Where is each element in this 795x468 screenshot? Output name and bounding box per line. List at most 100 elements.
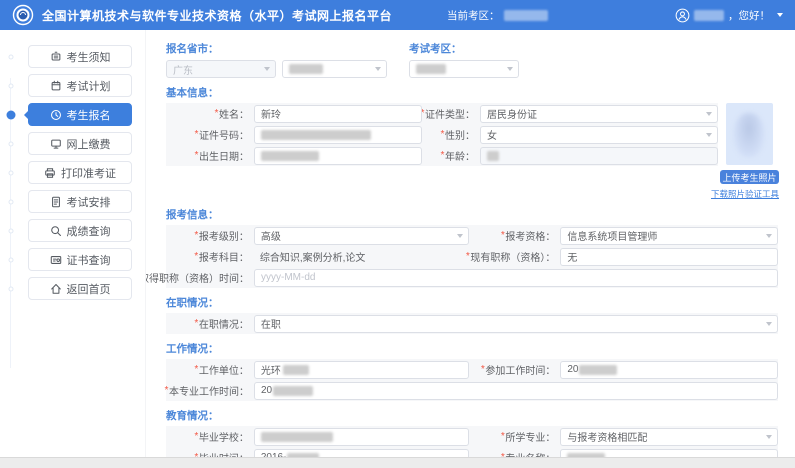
title-time-input[interactable]: yyyy-MM-dd [254,268,778,287]
form-row: * 报考级别： 高级 * 报考资格： 信息系统项目管理师 [166,225,778,246]
form-row: * 在职情况： 在职 [166,313,778,334]
timeline-dot [8,83,14,88]
sidebar-item-candidate-notice[interactable]: 考生须知 [8,45,132,68]
region-value-redacted [503,9,548,21]
work-start-redacted [579,364,618,375]
user-avatar-icon [675,8,690,22]
id-number-redacted [261,129,371,140]
sidebar-item-exam-plan[interactable]: 考试计划 [8,74,132,97]
candidate-photo [726,103,773,165]
home-icon [50,283,61,294]
timeline-dot [8,170,14,175]
chevron-down-icon [456,233,463,238]
photo-area: 上传考生照片 下载照片验证工具 [711,103,779,200]
exam-area-select[interactable] [409,60,519,78]
chevron-down-icon [706,111,712,116]
chevron-down-icon[interactable] [777,13,783,17]
province-group: 报名省市： 广东 [166,41,387,78]
id-type-select[interactable]: 居民身份证 [480,104,718,123]
major-work-time-input[interactable]: 20 [254,381,778,400]
exam-area-label: 考试考区： [409,43,462,55]
sidebar-item-print-admission-ticket[interactable]: 打印准考证 [8,161,132,184]
section-employment-status: 在职情况： [166,297,219,309]
notice-icon [51,51,60,61]
form-row: * 出生日期： * 年龄： [166,145,718,166]
apply-qualification-select[interactable]: 信息系统项目管理师 [560,226,778,245]
major-work-time-redacted [273,385,314,396]
form-row: * 报考科目： 综合知识,案例分析,论文 * 现有职称（资格）： 无 [166,246,778,267]
section-apply-info: 报考信息： [166,209,219,221]
printer-icon [45,167,55,178]
timeline-dot [8,141,14,146]
city-select[interactable] [282,60,387,78]
apply-subjects-text: 综合知识,案例分析,论文 [259,253,366,264]
city-value-redacted [289,64,323,74]
work-start-input[interactable]: 20 [560,360,778,379]
form-row: * 证件号码： * 性别： 女 [166,124,718,145]
current-exam-region: 当前考区： [447,8,548,23]
sidebar-item-score-inquiry[interactable]: 成绩查询 [8,219,132,242]
sidebar-timeline [10,78,11,368]
current-title-input[interactable]: 无 [560,247,778,266]
timeline-dot-active [6,110,16,119]
monitor-icon [50,139,61,149]
chevron-down-icon [766,321,772,326]
employment-status-select[interactable]: 在职 [253,314,778,333]
apply-level-select[interactable]: 高级 [253,226,469,245]
section-education-info: 教育情况： [166,410,219,422]
work-unit-redacted [282,364,309,375]
chevron-down-icon [706,132,712,137]
school-input[interactable] [253,427,469,446]
sidebar-item-online-payment[interactable]: 网上缴费 [8,132,132,155]
work-unit-input[interactable]: 光环 [253,360,469,379]
certificate-icon [50,255,61,264]
chevron-down-icon [507,67,513,71]
birth-date-input[interactable] [254,146,422,165]
name-input[interactable]: 新玲 [254,104,422,123]
exam-registration-page: 全国计算机技术与软件专业技术资格（水平）考试网上报名平台 当前考区： ，您好！ … [0,0,795,468]
username-redacted [694,9,724,21]
timeline-dot [8,199,14,204]
major-match-select[interactable]: 与报考资格相匹配 [560,427,778,446]
school-redacted [260,431,333,442]
form-row: * 工作单位： 光环 * 参加工作时间： 20 [166,359,778,380]
sidebar-item-exam-arrangement[interactable]: 考试安排 [8,190,132,213]
sidebar-item-candidate-registration[interactable]: 考生报名 [6,103,132,126]
timeline-dot [8,286,14,291]
province-label: 报名省市： [166,43,219,55]
search-icon [50,225,61,236]
sidebar-nav: 考生须知 考试计划 考生报名 网上缴费 打印准考证 考试安排 成绩查询 证书查询… [0,30,145,468]
gender-select[interactable]: 女 [480,125,718,144]
platform-logo-icon [12,4,34,26]
form-row: 取得职称（资格）时间： yyyy-MM-dd [146,267,778,288]
form-row: * 姓名： 新玲 * 证件类型： 居民身份证 [166,103,718,124]
age-redacted [487,150,499,161]
header: 全国计算机技术与软件专业技术资格（水平）考试网上报名平台 当前考区： ，您好！ [0,0,795,30]
document-icon [51,196,60,207]
exam-area-value-redacted [416,64,446,74]
sidebar-item-back-home[interactable]: 返回首页 [8,277,132,300]
sidebar-item-certificate-inquiry[interactable]: 证书查询 [8,248,132,271]
timeline-dot [8,257,14,262]
user-menu[interactable]: ，您好！ [675,8,783,23]
page-bottom-edge [0,457,795,468]
clock-icon [50,109,61,120]
chevron-down-icon [375,67,381,71]
birth-date-redacted [261,150,319,161]
greeting-text: ，您好！ [728,9,770,22]
province-select[interactable]: 广东 [166,60,276,78]
age-input[interactable] [480,146,718,165]
form-row: * 毕业学校： * 所学专业： 与报考资格相匹配 [166,426,778,447]
download-photo-tool-link[interactable]: 下载照片验证工具 [711,188,779,200]
calendar-icon [51,80,60,90]
upload-photo-button[interactable]: 上传考生照片 [720,170,779,184]
timeline-dot [8,54,14,59]
registration-form: 报名省市： 广东 考试考区： 基本信息： * 姓名： 新玲 * 证件类型： 居民… [145,30,795,468]
timeline-dot [8,228,14,233]
chevron-down-icon [766,233,772,238]
section-work-info: 工作情况： [166,343,219,355]
form-row: * 本专业工作时间： 20 [164,380,778,401]
section-basic-info: 基本信息： [166,87,219,99]
exam-area-group: 考试考区： [409,41,519,78]
id-number-input[interactable] [254,125,422,144]
